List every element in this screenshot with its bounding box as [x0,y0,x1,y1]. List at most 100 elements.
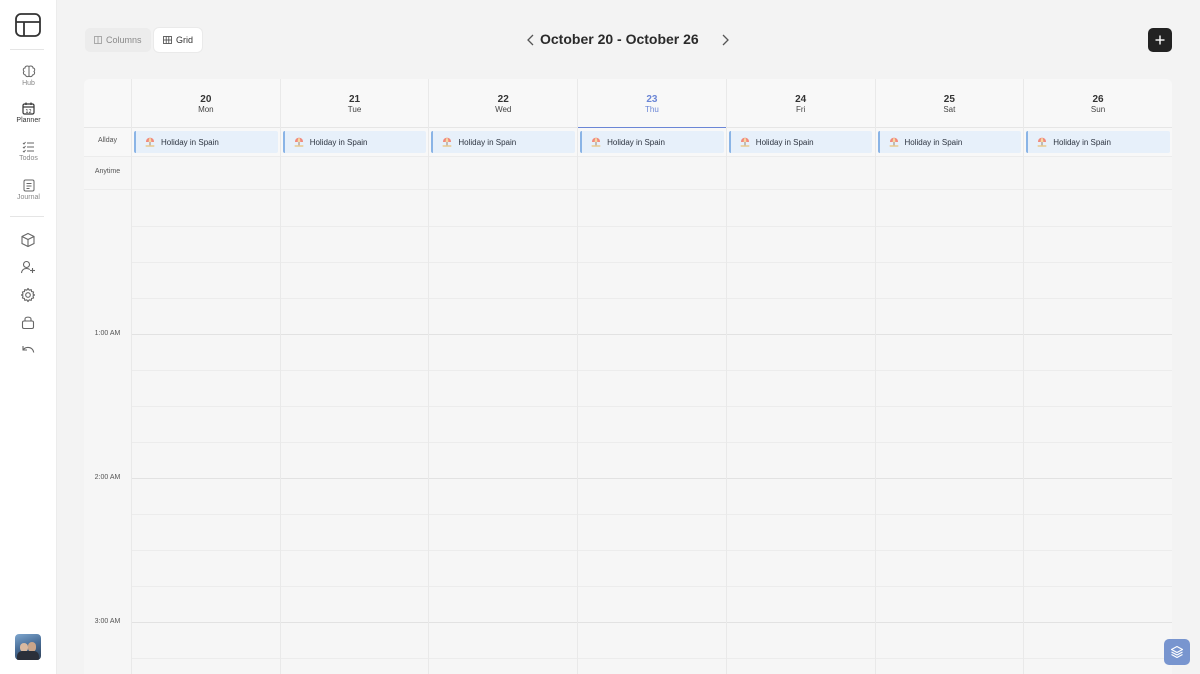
sidebar-item-label: Hub [22,80,35,87]
view-grid-label: Grid [176,35,194,45]
calendar-icon: 12 [22,102,35,115]
calendar-header: 20 Mon 21 Tue 22 Wed 23 Thu 24 Fri 25 Sat 26 Sun [84,79,1172,129]
column-divider [279,79,281,674]
column-divider [577,79,579,674]
time-label: 1:00 AM [94,330,121,337]
day-header-wed[interactable]: 22 Wed [428,79,577,128]
chevron-right-icon[interactable] [719,33,731,47]
grid-line [131,478,1172,479]
day-name: Mon [198,105,214,114]
column-divider [1023,79,1025,674]
planner-app: Hub 12 Planner Todos Journal Columns Gri… [0,0,1200,674]
checklist-icon [22,141,34,153]
beach-umbrella-icon [1037,137,1047,147]
day-number: 26 [1092,94,1104,105]
grid-line [131,298,1172,299]
grid-line [131,514,1172,515]
page-title: October 20 - October 26 [540,31,699,47]
sidebar-item-journal[interactable]: Journal [0,179,57,201]
allday-event[interactable]: Holiday in Spain [431,131,576,153]
plus-icon [1155,35,1165,45]
day-header-sat[interactable]: 25 Sat [874,79,1024,128]
day-name: Tue [347,105,362,114]
gear-icon[interactable] [20,287,36,303]
day-header-sun[interactable]: 26 Sun [1023,79,1172,128]
day-header-fri[interactable]: 24 Fri [725,79,875,128]
grid-line [131,658,1172,659]
day-number: 20 [200,94,212,105]
sidebar-item-hub[interactable]: Hub [0,65,57,87]
grid-line [131,406,1172,407]
beach-umbrella-icon [889,137,898,147]
day-number: 25 [943,94,955,105]
view-columns-label: Columns [106,35,142,45]
day-name: Thu [645,105,659,114]
sidebar-divider [10,216,44,217]
anytime-label: Anytime [94,168,121,175]
allday-event[interactable]: Holiday in Spain [134,131,278,153]
cube-icon[interactable] [20,232,36,248]
event-title: Holiday in Spain [458,137,517,147]
beach-umbrella-icon [145,137,155,147]
add-user-icon[interactable] [20,259,36,275]
view-grid-button[interactable]: Grid [154,28,203,52]
day-number: 22 [497,94,509,105]
allday-event[interactable]: Holiday in Spain [877,131,1022,153]
event-title: Holiday in Spain [1053,137,1111,147]
layers-icon [1170,645,1184,659]
day-header-thu[interactable]: 23 Thu [577,79,726,129]
day-header-mon[interactable]: 20 Mon [131,79,280,128]
anytime-row[interactable]: Anytime [84,157,1172,190]
day-number: 24 [795,94,807,105]
week-calendar: 1:00 AM 2:00 AM 3:00 AM 20 Mon 21 Tue 22 Wed 23 T… [84,79,1172,674]
grid-line [131,226,1172,227]
sidebar-item-planner[interactable]: 12 Planner [0,102,57,124]
beach-umbrella-icon [740,137,750,147]
sidebar-item-label: Todos [19,155,38,162]
day-name: Wed [495,105,512,114]
allday-event[interactable]: Holiday in Spain [580,131,724,153]
allday-event[interactable]: Holiday in Spain [728,131,873,153]
event-title: Holiday in Spain [755,137,814,147]
sidebar: Hub 12 Planner Todos Journal [0,0,57,674]
sidebar-divider [10,49,44,50]
beach-umbrella-icon [442,137,452,147]
sidebar-item-label: Planner [16,117,41,124]
event-title: Holiday in Spain [161,137,219,147]
grid-line [131,334,1172,335]
day-name: Fri [795,105,806,114]
view-columns-button[interactable]: Columns [85,28,151,52]
allday-row: Allday Holiday in Spain Holiday in Spain H… [84,128,1172,157]
journal-icon [23,179,34,192]
allday-event[interactable]: Holiday in Spain [282,131,427,153]
layers-button[interactable] [1164,639,1190,665]
lock-icon[interactable] [20,314,36,330]
column-divider [428,79,430,674]
day-header-tue[interactable]: 21 Tue [279,79,429,128]
event-title: Holiday in Spain [607,137,665,147]
undo-icon[interactable] [20,342,36,358]
columns-icon [94,36,102,44]
allday-label: Allday [97,137,118,144]
avatar[interactable] [15,634,41,660]
sidebar-item-todos[interactable]: Todos [0,141,57,162]
allday-event[interactable]: Holiday in Spain [1026,131,1170,153]
svg-text:12: 12 [25,109,31,115]
add-event-button[interactable] [1148,28,1172,52]
grid-icon [163,36,172,44]
column-divider [725,79,727,674]
time-grid[interactable]: 1:00 AM 2:00 AM 3:00 AM [84,190,1172,674]
event-title: Holiday in Spain [309,137,368,147]
beach-umbrella-icon [294,137,304,147]
app-logo-icon[interactable] [15,13,41,37]
chevron-left-icon[interactable] [525,33,537,47]
grid-line [131,586,1172,587]
column-divider [131,79,132,674]
grid-line [131,370,1172,371]
day-number: 21 [348,94,361,105]
brain-icon [22,65,35,78]
column-divider [874,79,876,674]
event-title: Holiday in Spain [904,137,963,147]
grid-line [131,262,1172,263]
time-label: 3:00 AM [94,618,121,625]
